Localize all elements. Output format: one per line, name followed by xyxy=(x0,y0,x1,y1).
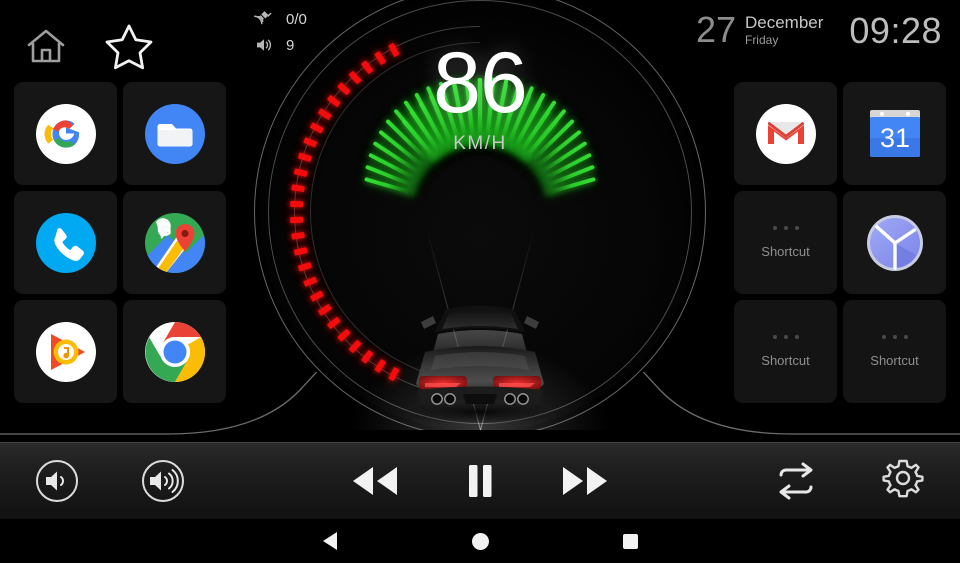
app-tile-phone[interactable] xyxy=(14,191,117,294)
repeat-button[interactable] xyxy=(770,459,822,503)
pause-button[interactable] xyxy=(460,460,500,502)
launcher-screen: 86 KM/H 0/0 9 27 December Friday 09:28 G… xyxy=(0,0,960,563)
shortcut-dots-icon xyxy=(772,226,799,230)
app-tile-play-music[interactable] xyxy=(14,300,117,403)
rpm-segment xyxy=(290,216,304,224)
gps-value: 0/0 xyxy=(286,10,307,28)
app-tile-clock[interactable] xyxy=(843,191,946,294)
app-grid-left: G xyxy=(14,82,226,403)
shortcut-dots-icon xyxy=(881,335,908,339)
gps-status-row: 0/0 xyxy=(252,6,362,32)
satellite-icon xyxy=(252,9,276,29)
nav-back-button[interactable] xyxy=(255,532,405,550)
clock-time: 09:28 xyxy=(849,10,942,51)
volume-up-button[interactable] xyxy=(138,456,188,506)
speaker-icon xyxy=(252,35,276,55)
date-block: 27 December Friday xyxy=(696,12,823,48)
home-icon[interactable] xyxy=(25,26,67,71)
home-circle-icon xyxy=(471,532,489,550)
app-tile-chrome[interactable] xyxy=(123,300,226,403)
volume-down-button[interactable] xyxy=(32,456,82,506)
nav-home-button[interactable] xyxy=(405,532,555,550)
app-tile-shortcut-2[interactable]: Shortcut xyxy=(734,300,837,403)
shortcut-label: Shortcut xyxy=(761,244,810,259)
app-tile-calendar[interactable]: 31 xyxy=(843,82,946,185)
nav-recents-button[interactable] xyxy=(555,533,705,549)
shortcut-dots-icon xyxy=(772,335,799,339)
recents-square-icon xyxy=(622,533,638,549)
star-icon[interactable] xyxy=(104,22,154,75)
shortcut-label: Shortcut xyxy=(761,353,810,368)
app-tile-shortcut-3[interactable]: Shortcut xyxy=(843,300,946,403)
svg-text:G: G xyxy=(157,220,172,241)
fast-forward-button[interactable] xyxy=(558,461,612,501)
car-illustration xyxy=(395,288,565,428)
volume-status-row: 9 xyxy=(252,32,362,58)
calendar-day-number: 31 xyxy=(879,123,909,153)
app-tile-files[interactable] xyxy=(123,82,226,185)
app-tile-google[interactable] xyxy=(14,82,117,185)
date-month: December xyxy=(744,13,824,32)
back-triangle-icon xyxy=(323,532,337,550)
app-grid-right: 31 Shortcut Shortcut Shortcut xyxy=(734,82,946,403)
volume-value: 9 xyxy=(286,36,295,54)
date-weekday: Friday xyxy=(744,32,779,47)
date-time-area: 27 December Friday 09:28 xyxy=(696,12,942,49)
status-bar: 0/0 9 27 December Friday 09:28 xyxy=(0,0,960,72)
speed-unit: KM/H xyxy=(453,133,507,155)
app-tile-gmail[interactable] xyxy=(734,82,837,185)
rewind-button[interactable] xyxy=(348,461,402,501)
date-day-number: 27 xyxy=(695,9,736,50)
media-control-bar xyxy=(0,442,960,519)
android-nav-bar xyxy=(0,519,960,563)
system-info: 0/0 9 xyxy=(252,6,362,58)
app-tile-maps[interactable]: G xyxy=(123,191,226,294)
app-tile-shortcut-1[interactable]: Shortcut xyxy=(734,191,837,294)
settings-button[interactable] xyxy=(877,455,929,507)
shortcut-label: Shortcut xyxy=(870,353,919,368)
rpm-segment xyxy=(290,200,304,208)
